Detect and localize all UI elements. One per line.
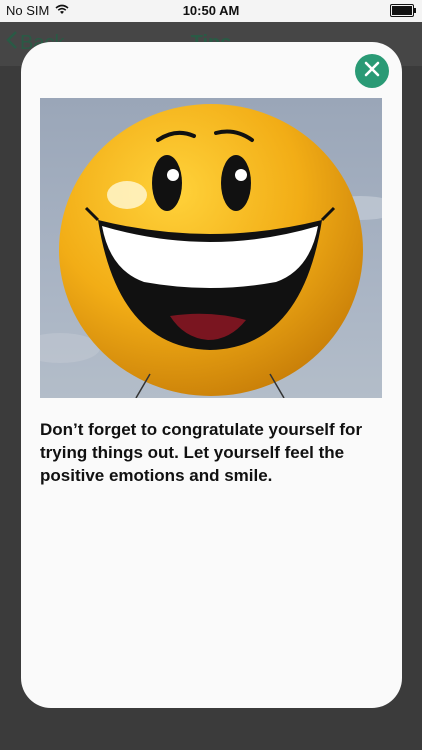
status-right (390, 4, 416, 17)
status-bar: No SIM 10:50 AM (0, 0, 422, 22)
tip-text: Don’t forget to congratulate yourself fo… (40, 420, 363, 485)
battery-icon (390, 4, 416, 17)
close-button[interactable] (355, 54, 389, 88)
close-icon (364, 61, 380, 82)
status-time: 10:50 AM (182, 3, 240, 18)
tip-modal: Don’t forget to congratulate yourself fo… (21, 42, 402, 708)
smiley-balloon-image (40, 98, 382, 398)
